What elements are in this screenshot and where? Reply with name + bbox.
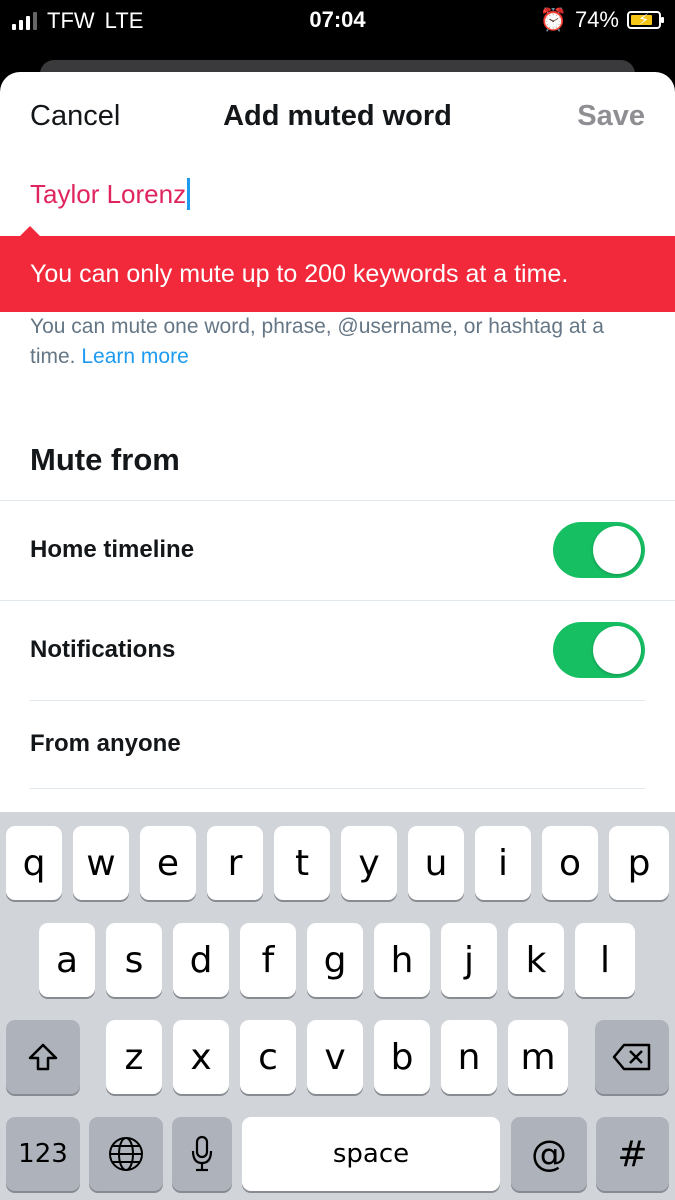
key-i[interactable]: i xyxy=(475,826,531,900)
microphone-icon xyxy=(191,1135,213,1172)
nav-bar: Cancel Add muted word Save xyxy=(0,72,675,162)
numbers-key[interactable]: 123 xyxy=(6,1117,80,1191)
key-x[interactable]: x xyxy=(173,1020,229,1094)
key-b[interactable]: b xyxy=(374,1020,430,1094)
home-timeline-toggle[interactable] xyxy=(553,522,645,578)
page-title: Add muted word xyxy=(223,100,452,132)
key-w[interactable]: w xyxy=(73,826,129,900)
at-key[interactable]: @ xyxy=(511,1117,587,1191)
backspace-key[interactable] xyxy=(595,1020,669,1094)
key-e[interactable]: e xyxy=(140,826,196,900)
key-l[interactable]: l xyxy=(575,923,635,997)
notifications-toggle[interactable] xyxy=(553,622,645,678)
key-o[interactable]: o xyxy=(542,826,598,900)
error-caret xyxy=(20,226,40,236)
error-message: You can only mute up to 200 keywords at … xyxy=(30,260,569,288)
muted-word-value: Taylor Lorenz xyxy=(30,178,187,209)
hash-key[interactable]: # xyxy=(596,1117,669,1191)
add-muted-word-sheet: Cancel Add muted word Save Taylor Lorenz… xyxy=(0,72,675,812)
key-d[interactable]: d xyxy=(173,923,229,997)
key-c[interactable]: c xyxy=(240,1020,296,1094)
key-f[interactable]: f xyxy=(240,923,296,997)
key-r[interactable]: r xyxy=(207,826,263,900)
row-from-anyone[interactable]: From anyone xyxy=(0,694,675,794)
keyboard: q w e r t y u i o p a s d f g h j k l z … xyxy=(0,812,675,1200)
mute-from-heading: Mute from xyxy=(30,442,180,477)
key-p[interactable]: p xyxy=(609,826,669,900)
key-m[interactable]: m xyxy=(508,1020,568,1094)
key-j[interactable]: j xyxy=(441,923,497,997)
battery-percent: 74% xyxy=(574,7,619,32)
alarm-clock-icon: ⏰ xyxy=(539,7,567,32)
battery-icon: ⚡ xyxy=(627,11,664,29)
row-home-timeline[interactable]: Home timeline xyxy=(0,500,675,600)
learn-more-link[interactable]: Learn more xyxy=(81,345,188,368)
row-notifications[interactable]: Notifications xyxy=(0,600,675,700)
muted-word-input[interactable]: Taylor Lorenz xyxy=(30,178,191,210)
globe-icon xyxy=(109,1137,143,1171)
key-g[interactable]: g xyxy=(307,923,363,997)
key-z[interactable]: z xyxy=(106,1020,162,1094)
microphone-key[interactable] xyxy=(172,1117,232,1191)
row-label: Notifications xyxy=(30,636,176,663)
error-banner: You can only mute up to 200 keywords at … xyxy=(0,236,675,312)
key-y[interactable]: y xyxy=(341,826,397,900)
status-bar: TFW LTE 07:04 ⏰ 74% ⚡ xyxy=(0,0,675,40)
key-t[interactable]: t xyxy=(274,826,330,900)
helper-text: You can mute one word, phrase, @username… xyxy=(30,312,650,372)
key-u[interactable]: u xyxy=(408,826,464,900)
key-h[interactable]: h xyxy=(374,923,430,997)
key-q[interactable]: q xyxy=(6,826,62,900)
key-a[interactable]: a xyxy=(39,923,95,997)
key-k[interactable]: k xyxy=(508,923,564,997)
key-s[interactable]: s xyxy=(106,923,162,997)
save-button[interactable]: Save xyxy=(577,100,645,133)
shift-key[interactable] xyxy=(6,1020,80,1094)
key-n[interactable]: n xyxy=(441,1020,497,1094)
divider xyxy=(30,788,645,789)
backspace-icon xyxy=(612,1043,651,1071)
row-label: From anyone xyxy=(30,730,181,757)
text-cursor xyxy=(187,178,191,210)
key-v[interactable]: v xyxy=(307,1020,363,1094)
shift-arrow-icon xyxy=(28,1043,58,1071)
space-key[interactable]: space xyxy=(242,1117,500,1191)
row-label: Home timeline xyxy=(30,536,195,563)
globe-key[interactable] xyxy=(89,1117,163,1191)
